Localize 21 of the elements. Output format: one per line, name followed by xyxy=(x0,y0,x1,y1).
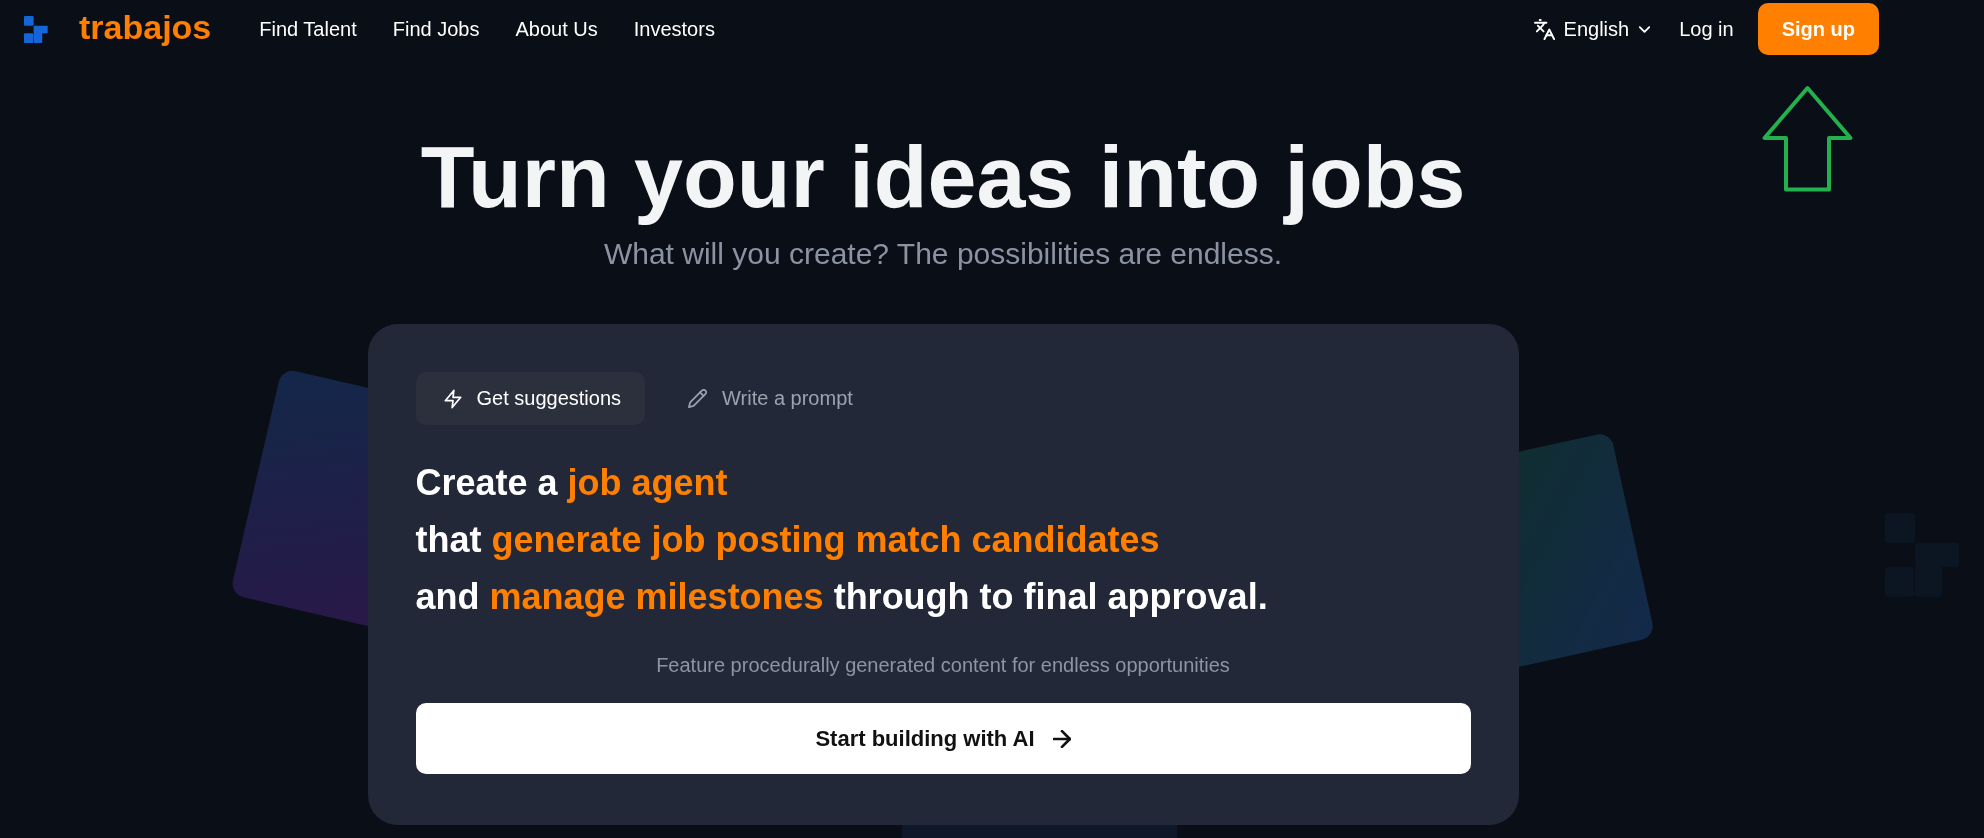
hero-subtitle: What will you create? The possibilities are endless. xyxy=(603,236,1283,272)
brand-name[interactable]: trabajos xyxy=(79,7,212,51)
start-building-button[interactable]: Start building with AI xyxy=(415,703,1471,774)
pencil-icon xyxy=(688,389,708,408)
nav-link[interactable]: Investors xyxy=(633,17,715,41)
arrow-right-icon xyxy=(1052,729,1071,748)
translate-icon xyxy=(1533,18,1555,40)
nav-link[interactable]: Find Talent xyxy=(259,17,357,41)
nav-link[interactable]: Find Jobs xyxy=(392,17,480,41)
language-selector[interactable]: English xyxy=(1533,17,1651,41)
mode-tab[interactable]: Get suggestions xyxy=(415,372,646,425)
mode-tab[interactable]: Write a prompt xyxy=(660,372,877,425)
annotation-arrow-icon xyxy=(1762,85,1853,192)
nav-link[interactable]: About Us xyxy=(515,17,598,41)
logo-icon[interactable] xyxy=(24,15,48,43)
chevron-down-icon xyxy=(1639,25,1651,33)
prompt-text: Create a job agent that generate job posting match candidates and manage milestones through to final approval. xyxy=(415,461,1269,619)
lightning-icon xyxy=(443,388,462,409)
hero-title: Turn your ideas into jobs xyxy=(420,128,1466,225)
login-link[interactable]: Log in xyxy=(1679,17,1734,41)
card-caption: Feature procedurally generated content for endless opportunities xyxy=(655,653,1231,678)
